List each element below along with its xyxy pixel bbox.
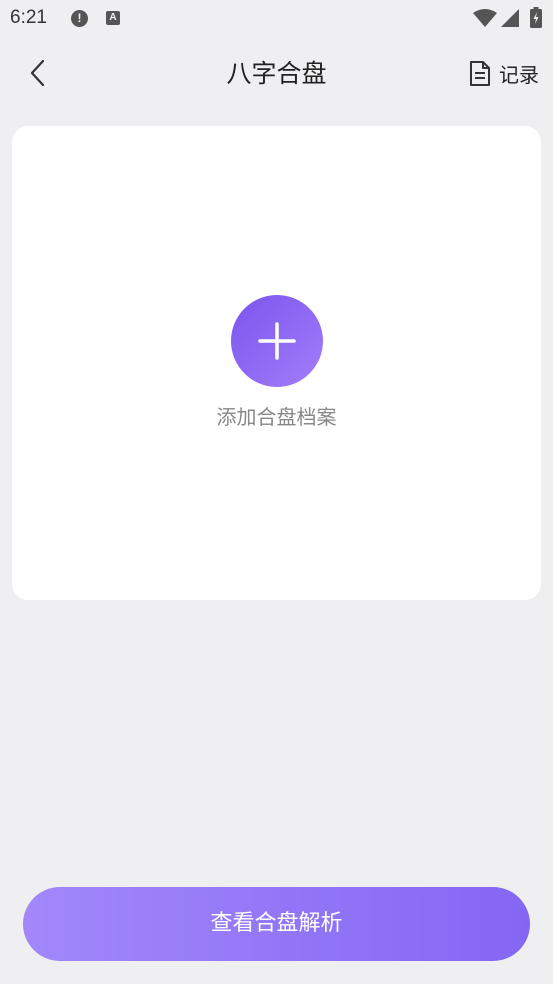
nav-bar: 八字合盘 记录 [0,36,553,108]
wifi-icon [473,9,497,27]
records-label: 记录 [499,62,539,87]
view-analysis-button[interactable]: 查看合盘解析 [23,887,530,961]
signal-icon [501,9,519,27]
add-profile-card: 添加合盘档案 [12,126,541,600]
plus-icon [258,322,296,360]
records-button[interactable]: 记录 [469,58,539,88]
status-time: 6:21 [10,7,47,28]
add-profile-label: 添加合盘档案 [216,405,337,429]
status-bar: 6:21 ! A [0,0,553,36]
a-icon: A [106,11,120,25]
add-profile-button[interactable] [231,295,323,387]
document-icon [470,60,490,86]
battery-icon [530,7,542,28]
alert-icon: ! [71,10,88,27]
